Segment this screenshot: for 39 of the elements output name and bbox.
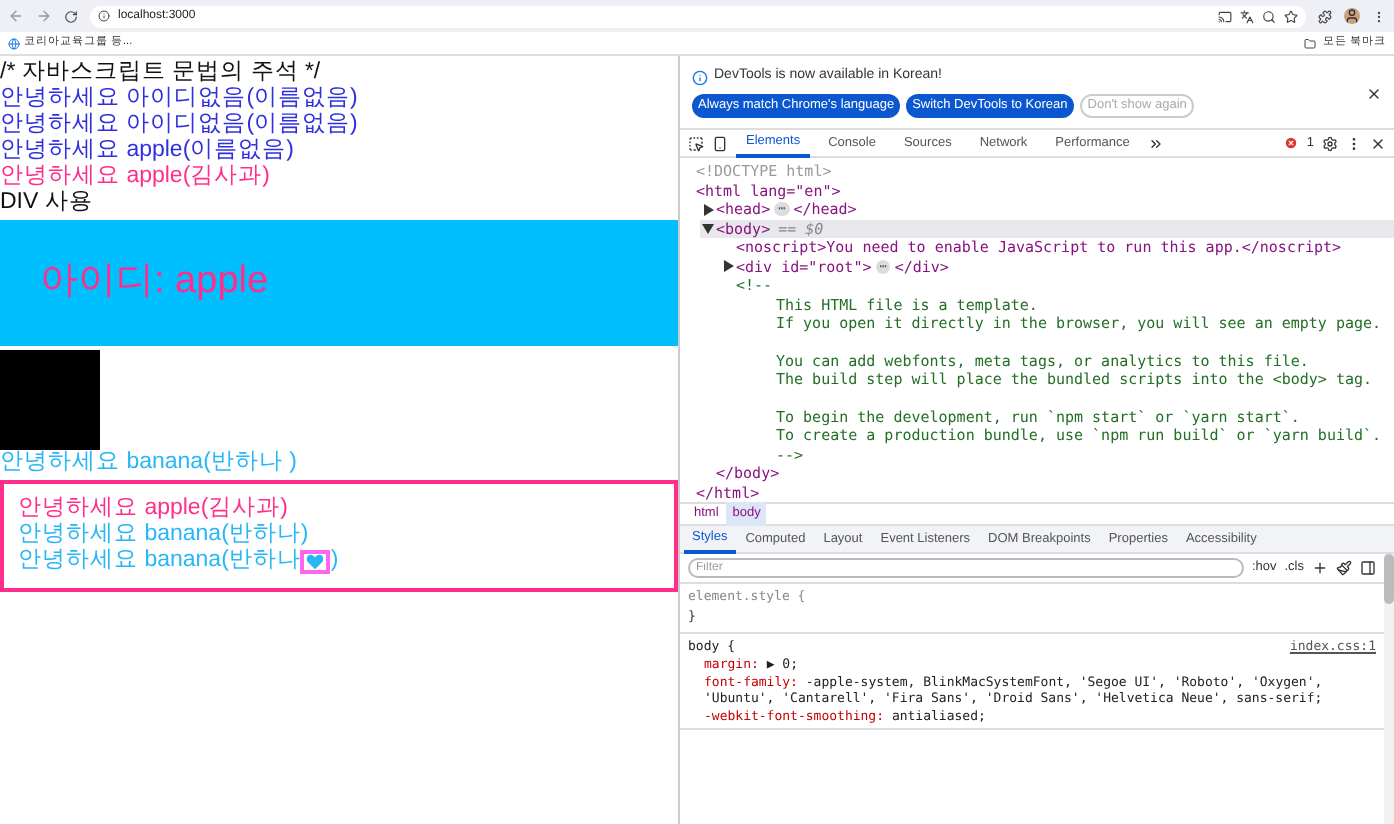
avatar-icon[interactable]	[1344, 8, 1360, 24]
close-icon[interactable]	[1370, 135, 1386, 151]
text-line: /* 자바스크립트 문법의 주석 */	[0, 60, 323, 86]
sidebar-icon[interactable]	[1360, 560, 1376, 576]
scrollbar[interactable]	[1384, 554, 1394, 824]
zoom-icon[interactable]	[1262, 9, 1276, 23]
text-line: 안녕하세요 banana(반하나)	[18, 522, 311, 548]
globe-icon	[8, 37, 20, 49]
folder-icon[interactable]	[1304, 37, 1317, 49]
device-toolbar-icon[interactable]	[712, 135, 728, 151]
info-icon	[692, 69, 708, 85]
expand-triangle-icon[interactable]	[703, 203, 713, 216]
text-line: 안녕하세요 apple(김사과)	[18, 496, 290, 522]
translate-icon[interactable]	[1240, 9, 1254, 23]
cast-icon[interactable]	[1218, 9, 1232, 23]
close-icon[interactable]	[1366, 86, 1382, 102]
paint-icon[interactable]	[1336, 560, 1352, 576]
closing-paren: )	[330, 548, 339, 574]
bookmark-star-icon[interactable]	[1284, 9, 1298, 23]
menu-icon[interactable]	[1372, 9, 1386, 23]
text-line: 안녕하세요 banana(반하나 )	[0, 450, 299, 476]
more-tabs-icon[interactable]	[1147, 135, 1164, 151]
settings-icon[interactable]	[1322, 135, 1338, 151]
text-line: DIV 사용	[0, 190, 95, 216]
text-line: 안녕하세요 아이디없음(이름없음)	[0, 86, 360, 112]
collapse-triangle-icon[interactable]	[702, 223, 714, 234]
new-rule-icon[interactable]	[1312, 560, 1328, 576]
inspect-icon[interactable]	[688, 135, 704, 151]
id-banner: 아이디: apple	[0, 220, 678, 346]
text-line: 안녕하세요 banana(반하나	[18, 548, 301, 574]
reload-icon[interactable]	[64, 9, 78, 23]
error-icon[interactable]	[1284, 136, 1299, 150]
text-line: 안녕하세요 아이디없음(이름없음)	[0, 112, 360, 138]
extensions-icon[interactable]	[1318, 9, 1332, 23]
filled-block	[0, 350, 100, 450]
text-line: 안녕하세요 apple(이름없음)	[0, 138, 296, 164]
text-line: 안녕하세요 apple(김사과)	[0, 164, 272, 190]
expand-triangle-icon[interactable]	[723, 260, 733, 273]
info-icon[interactable]	[98, 10, 110, 22]
